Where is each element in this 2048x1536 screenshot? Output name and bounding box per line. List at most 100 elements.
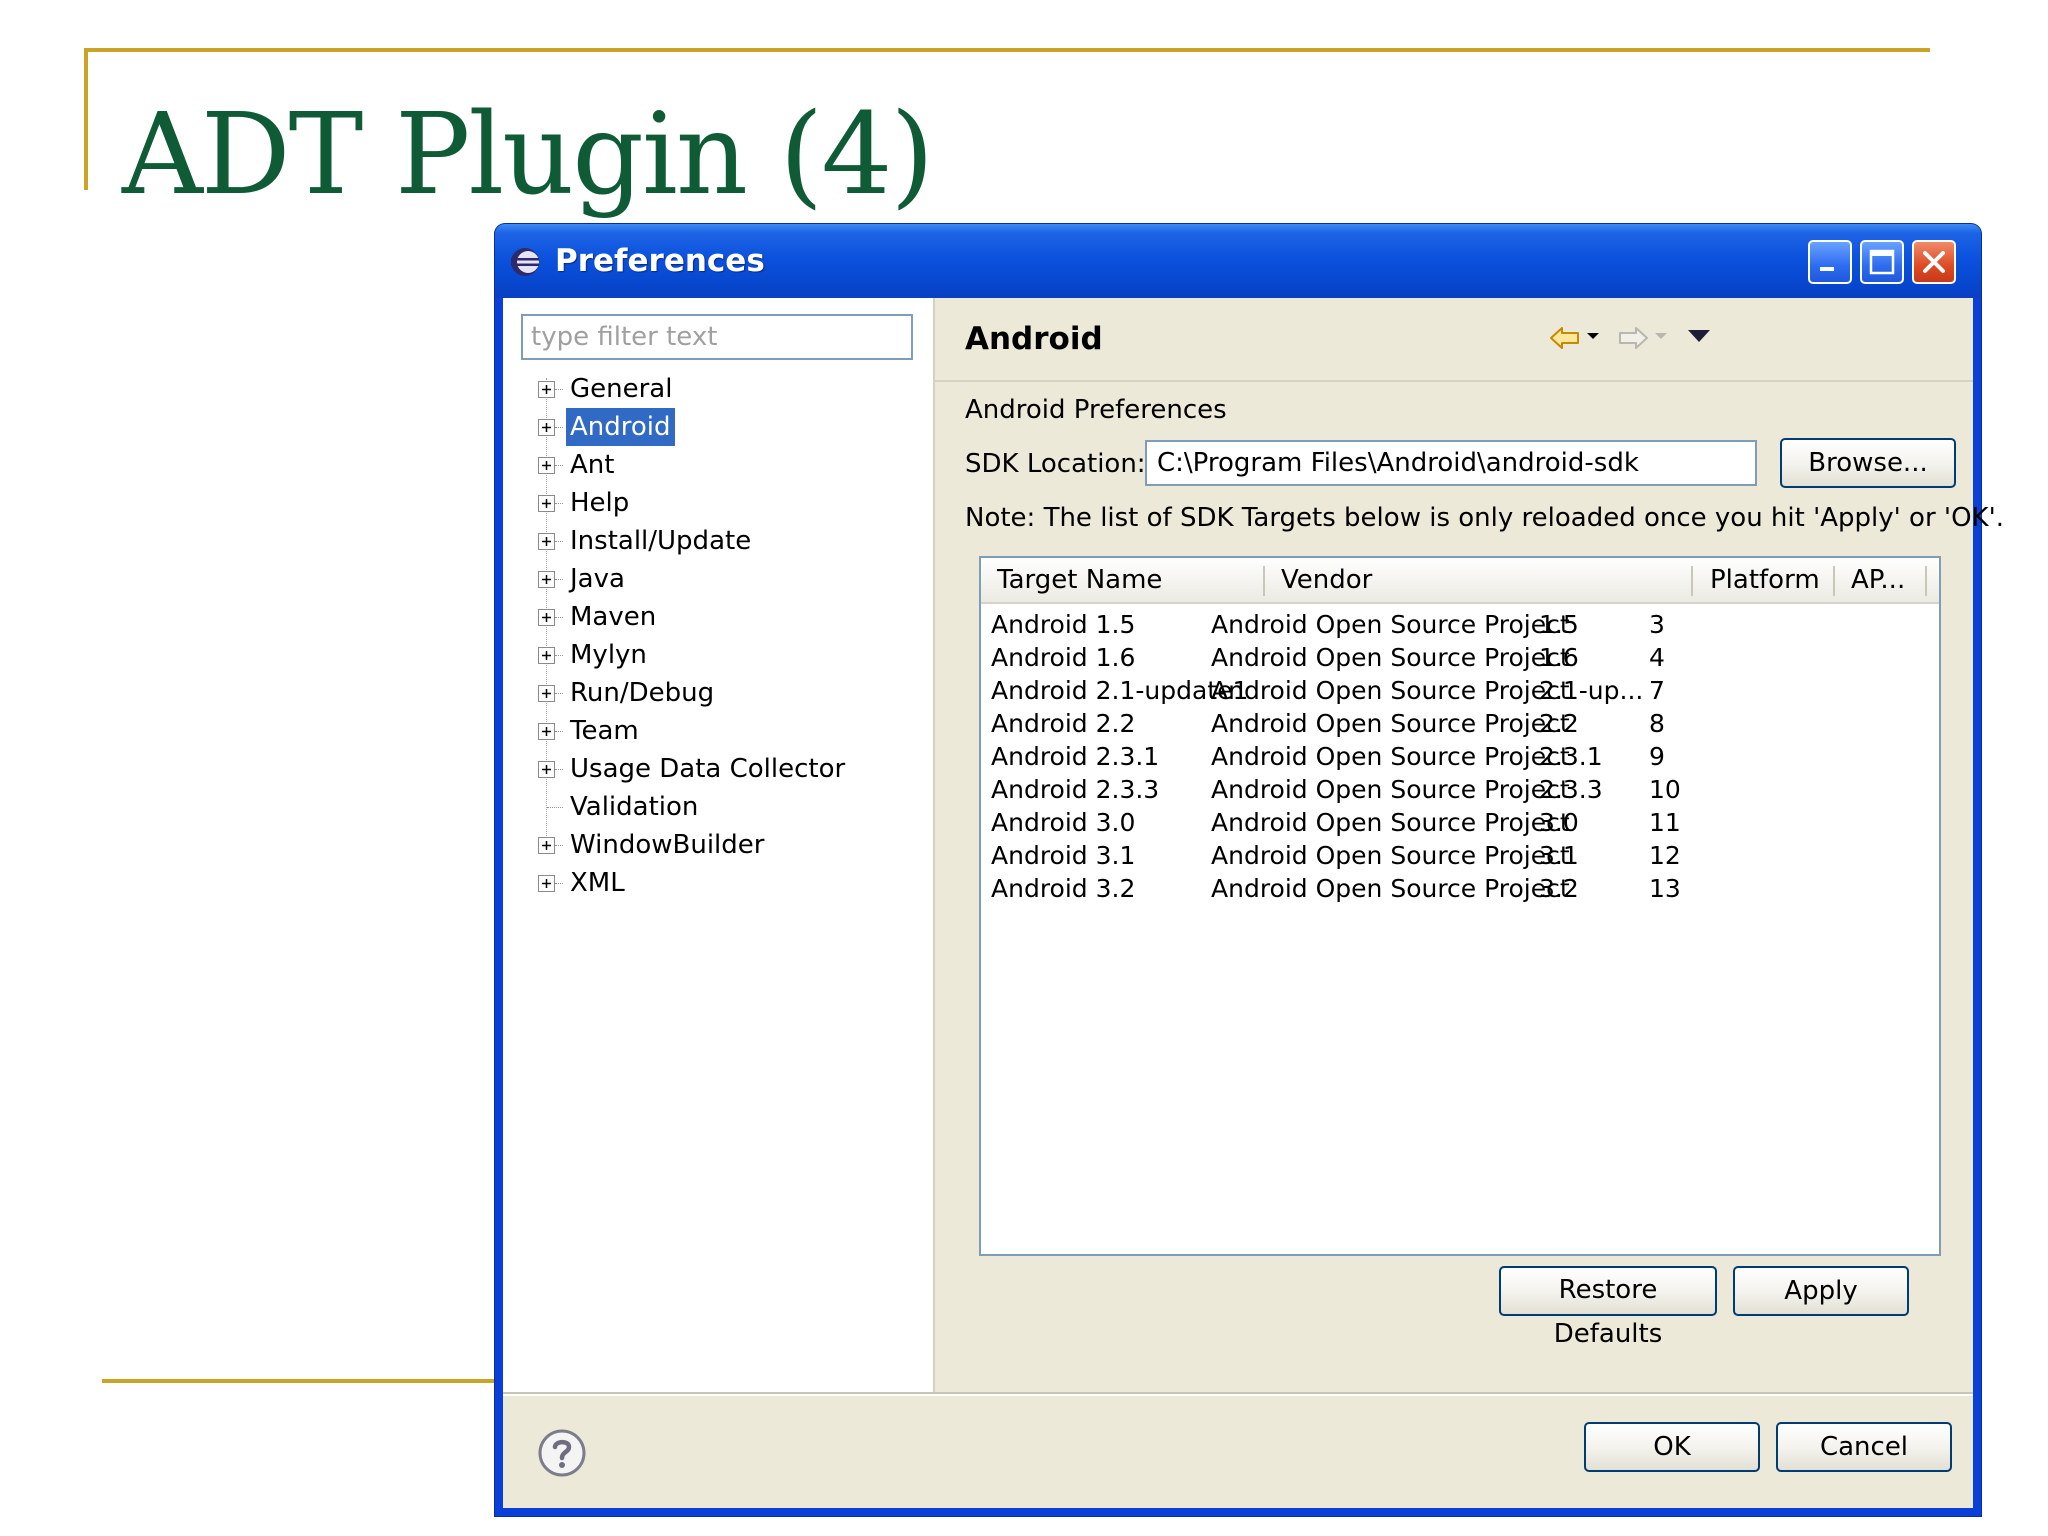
- tree-item-xml[interactable]: XML: [503, 864, 933, 902]
- tree-item-team[interactable]: Team: [503, 712, 933, 750]
- table-row[interactable]: Android 2.3.1 Android Open Source Project…: [981, 740, 1939, 773]
- menu-dropdown-icon[interactable]: [1685, 326, 1713, 346]
- restore-defaults-button[interactable]: Restore Defaults: [1499, 1266, 1717, 1349]
- close-icon: [1923, 251, 1945, 273]
- tree-item-help[interactable]: Help: [503, 484, 933, 522]
- tree-item-label: Ant: [570, 450, 615, 480]
- column-separator[interactable]: [1833, 566, 1835, 596]
- expand-icon[interactable]: [538, 381, 555, 398]
- column-header-vendor[interactable]: Vendor: [1281, 558, 1372, 602]
- forward-arrow-icon[interactable]: [1615, 320, 1651, 356]
- expand-icon[interactable]: [538, 875, 555, 892]
- slide-left-rule: [84, 48, 88, 190]
- page-title: Android: [965, 321, 1103, 357]
- column-separator[interactable]: [1263, 566, 1265, 596]
- cell-api-level: 11: [1649, 808, 1681, 837]
- cell-target-name: Android 2.3.3: [991, 775, 1160, 804]
- expand-icon[interactable]: [538, 647, 555, 664]
- tree-item-label: General: [570, 374, 673, 404]
- expand-icon[interactable]: [538, 723, 555, 740]
- table-row[interactable]: Android 1.5 Android Open Source Project 1.…: [981, 608, 1939, 641]
- cell-api-level: 10: [1649, 775, 1681, 804]
- cancel-button[interactable]: Cancel: [1776, 1422, 1952, 1472]
- tree-item-label: Maven: [570, 602, 657, 632]
- tree-item-label: Help: [570, 488, 630, 518]
- expand-icon[interactable]: [538, 837, 555, 854]
- maximize-icon: [1869, 249, 1895, 275]
- tree-connector: [555, 693, 563, 694]
- cell-platform: 2.2: [1539, 709, 1579, 738]
- close-button[interactable]: [1912, 240, 1956, 284]
- table-row[interactable]: Android 2.3.3 Android Open Source Project…: [981, 773, 1939, 806]
- expand-icon[interactable]: [538, 495, 555, 512]
- preferences-window: Preferences General Android Ant Help Install…: [495, 224, 2004, 1516]
- sdk-targets-table[interactable]: Target Name Vendor Platform AP... Androi…: [979, 556, 1941, 1256]
- table-row[interactable]: Android 3.0 Android Open Source Project 3.…: [981, 806, 1939, 839]
- column-separator[interactable]: [1925, 566, 1927, 596]
- cell-vendor: Android Open Source Project: [1211, 610, 1570, 639]
- preference-page: Android Android Preferences SDK Location…: [935, 298, 2004, 1394]
- tree-item-general[interactable]: General: [503, 370, 933, 408]
- tree-connector: [555, 541, 563, 542]
- forward-history-dropdown-icon[interactable]: [1653, 328, 1669, 344]
- cell-vendor: Android Open Source Project: [1211, 676, 1570, 705]
- cell-vendor: Android Open Source Project: [1211, 643, 1570, 672]
- table-row[interactable]: Android 3.1 Android Open Source Project 3.…: [981, 839, 1939, 872]
- table-row[interactable]: Android 2.2 Android Open Source Project 2.…: [981, 707, 1939, 740]
- column-separator[interactable]: [1691, 566, 1693, 596]
- table-header: Target Name Vendor Platform AP...: [981, 558, 1939, 604]
- back-arrow-icon[interactable]: [1547, 320, 1583, 356]
- tree-item-install-update[interactable]: Install/Update: [503, 522, 933, 560]
- table-row[interactable]: Android 2.1-update1 Android Open Source P…: [981, 674, 1939, 707]
- ok-button[interactable]: OK: [1584, 1422, 1760, 1472]
- tree-item-windowbuilder[interactable]: WindowBuilder: [503, 826, 933, 864]
- cell-api-level: 12: [1649, 841, 1681, 870]
- tree-connector: [555, 655, 563, 656]
- column-header-target-name[interactable]: Target Name: [997, 558, 1162, 602]
- cell-api-level: 7: [1649, 676, 1665, 705]
- help-icon[interactable]: [537, 1428, 587, 1478]
- expand-icon[interactable]: [538, 685, 555, 702]
- table-row[interactable]: Android 1.6 Android Open Source Project 1.…: [981, 641, 1939, 674]
- cell-platform: 1.6: [1539, 643, 1579, 672]
- maximize-button[interactable]: [1860, 240, 1904, 284]
- tree-item-mylyn[interactable]: Mylyn: [503, 636, 933, 674]
- tree-item-label: Validation: [570, 792, 699, 822]
- tree-item-android[interactable]: Android: [503, 408, 933, 446]
- tree-item-validation[interactable]: Validation: [503, 788, 933, 826]
- browse-button[interactable]: Browse...: [1780, 438, 1956, 488]
- filter-input[interactable]: [521, 314, 913, 360]
- expand-icon[interactable]: [538, 571, 555, 588]
- cell-api-level: 4: [1649, 643, 1665, 672]
- reload-note: Note: The list of SDK Targets below is o…: [965, 503, 2004, 533]
- column-header-platform[interactable]: Platform: [1710, 558, 1820, 602]
- tree-connector: [555, 465, 563, 466]
- tree-connector: [555, 883, 563, 884]
- cell-target-name: Android 2.3.1: [991, 742, 1160, 771]
- tree-item-java[interactable]: Java: [503, 560, 933, 598]
- apply-button[interactable]: Apply: [1733, 1266, 1909, 1316]
- tree-item-ant[interactable]: Ant: [503, 446, 933, 484]
- expand-icon[interactable]: [538, 419, 555, 436]
- sdk-location-input[interactable]: [1145, 440, 1757, 486]
- expand-icon[interactable]: [538, 533, 555, 550]
- tree-connector: [555, 427, 563, 428]
- expand-icon[interactable]: [538, 609, 555, 626]
- table-row[interactable]: Android 3.2 Android Open Source Project 3.…: [981, 872, 1939, 905]
- expand-icon[interactable]: [538, 457, 555, 474]
- tree-item-label: Team: [570, 716, 639, 746]
- tree-item-run-debug[interactable]: Run/Debug: [503, 674, 933, 712]
- tree-connector: [555, 389, 563, 390]
- minimize-button[interactable]: [1808, 240, 1852, 284]
- title-bar[interactable]: Preferences: [495, 224, 1981, 298]
- tree-item-label: Android: [566, 408, 675, 446]
- dialog-button-bar: OK Cancel: [503, 1394, 1973, 1508]
- cell-target-name: Android 2.1-update1: [991, 676, 1249, 705]
- column-header-api[interactable]: AP...: [1851, 558, 1905, 602]
- expand-icon[interactable]: [538, 761, 555, 778]
- tree-item-usage-data-collector[interactable]: Usage Data Collector: [503, 750, 933, 788]
- tree-item-maven[interactable]: Maven: [503, 598, 933, 636]
- back-history-dropdown-icon[interactable]: [1585, 328, 1601, 344]
- tree-connector: [555, 731, 563, 732]
- cell-api-level: 8: [1649, 709, 1665, 738]
